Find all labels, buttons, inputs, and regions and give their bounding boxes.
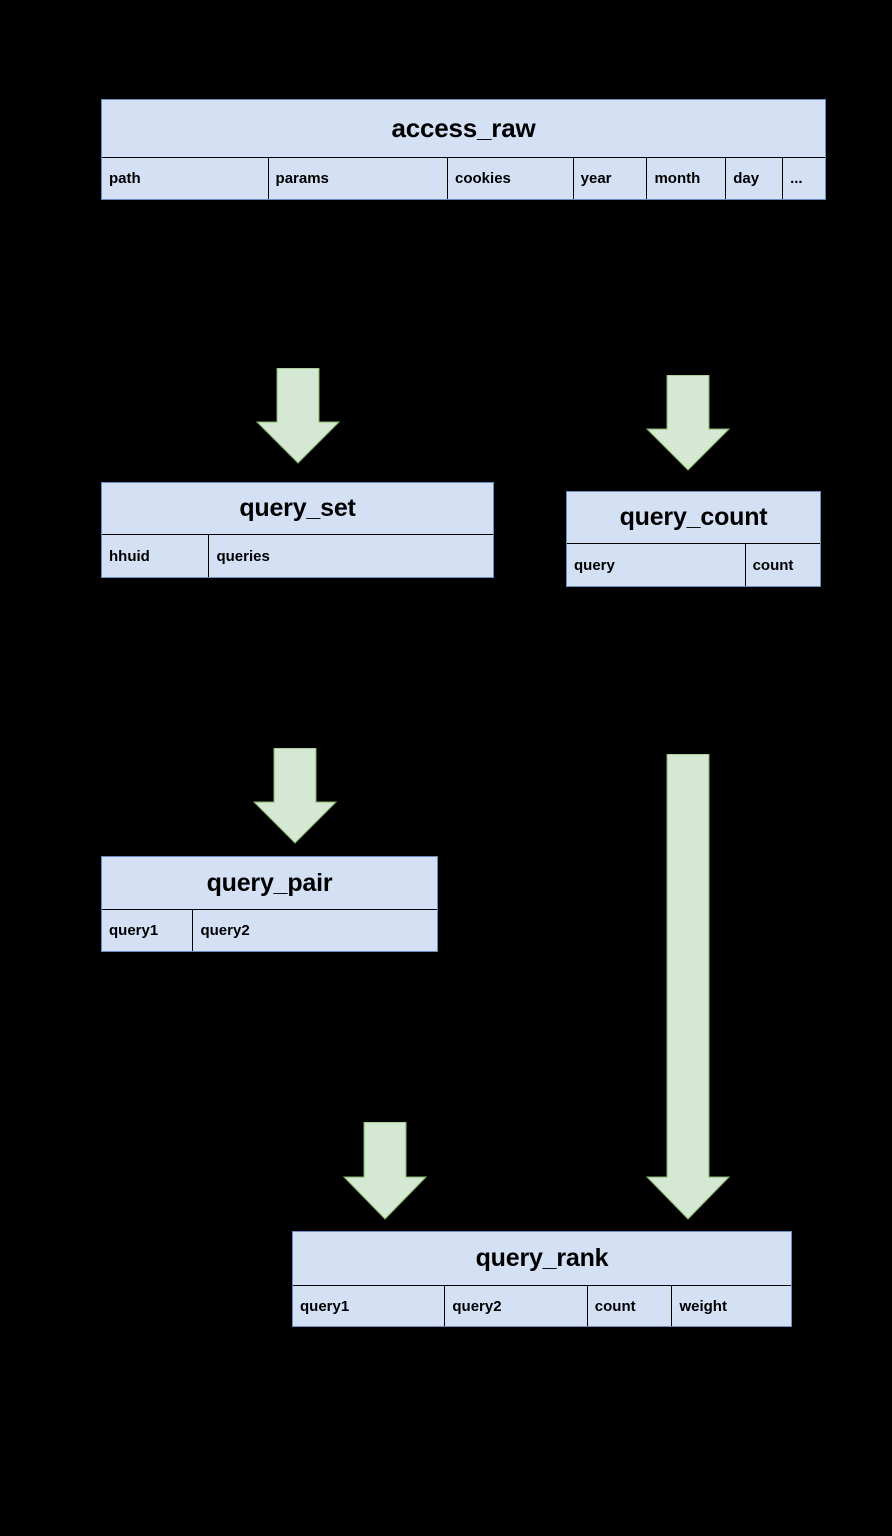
column-month: month: [647, 158, 727, 199]
diagram-canvas: access_raw path params cookies year mont…: [0, 0, 892, 1536]
column-query: query: [567, 544, 746, 586]
table-query-rank-columns: query1 query2 count weight: [293, 1286, 791, 1326]
table-query-pair-columns: query1 query2: [102, 910, 437, 951]
table-access-raw-title: access_raw: [102, 100, 825, 158]
table-query-pair-title: query_pair: [102, 857, 437, 910]
column-params: params: [268, 158, 449, 199]
column-query1: query1: [102, 910, 194, 951]
column-query2: query2: [445, 1286, 588, 1326]
column-hhuid: hhuid: [102, 535, 210, 577]
table-query-rank[interactable]: query_rank query1 query2 count weight: [292, 1231, 792, 1327]
arrow-query-count-to-query-rank: [646, 754, 730, 1220]
arrow-query-pair-to-query-rank: [343, 1122, 427, 1220]
table-access-raw-columns: path params cookies year month day ...: [102, 158, 825, 199]
table-query-set[interactable]: query_set hhuid queries: [101, 482, 494, 578]
column-ellipsis: ...: [783, 158, 825, 199]
column-day: day: [726, 158, 784, 199]
column-queries: queries: [209, 535, 493, 577]
column-cookies: cookies: [448, 158, 574, 199]
column-count: count: [745, 544, 820, 586]
table-query-pair[interactable]: query_pair query1 query2: [101, 856, 438, 952]
arrow-access-raw-to-query-set: [256, 368, 340, 464]
arrow-access-raw-to-query-count: [646, 375, 730, 471]
table-query-count-title: query_count: [567, 492, 820, 544]
table-query-set-columns: hhuid queries: [102, 535, 493, 577]
table-query-set-title: query_set: [102, 483, 493, 535]
column-query1: query1: [293, 1286, 446, 1326]
table-access-raw[interactable]: access_raw path params cookies year mont…: [101, 99, 826, 200]
table-query-rank-title: query_rank: [293, 1232, 791, 1286]
column-query2: query2: [193, 910, 437, 951]
table-query-count[interactable]: query_count query count: [566, 491, 821, 587]
column-path: path: [102, 158, 269, 199]
column-year: year: [573, 158, 648, 199]
table-query-count-columns: query count: [567, 544, 820, 586]
column-weight: weight: [672, 1286, 791, 1326]
column-count: count: [587, 1286, 673, 1326]
arrow-query-set-to-query-pair: [253, 748, 337, 844]
